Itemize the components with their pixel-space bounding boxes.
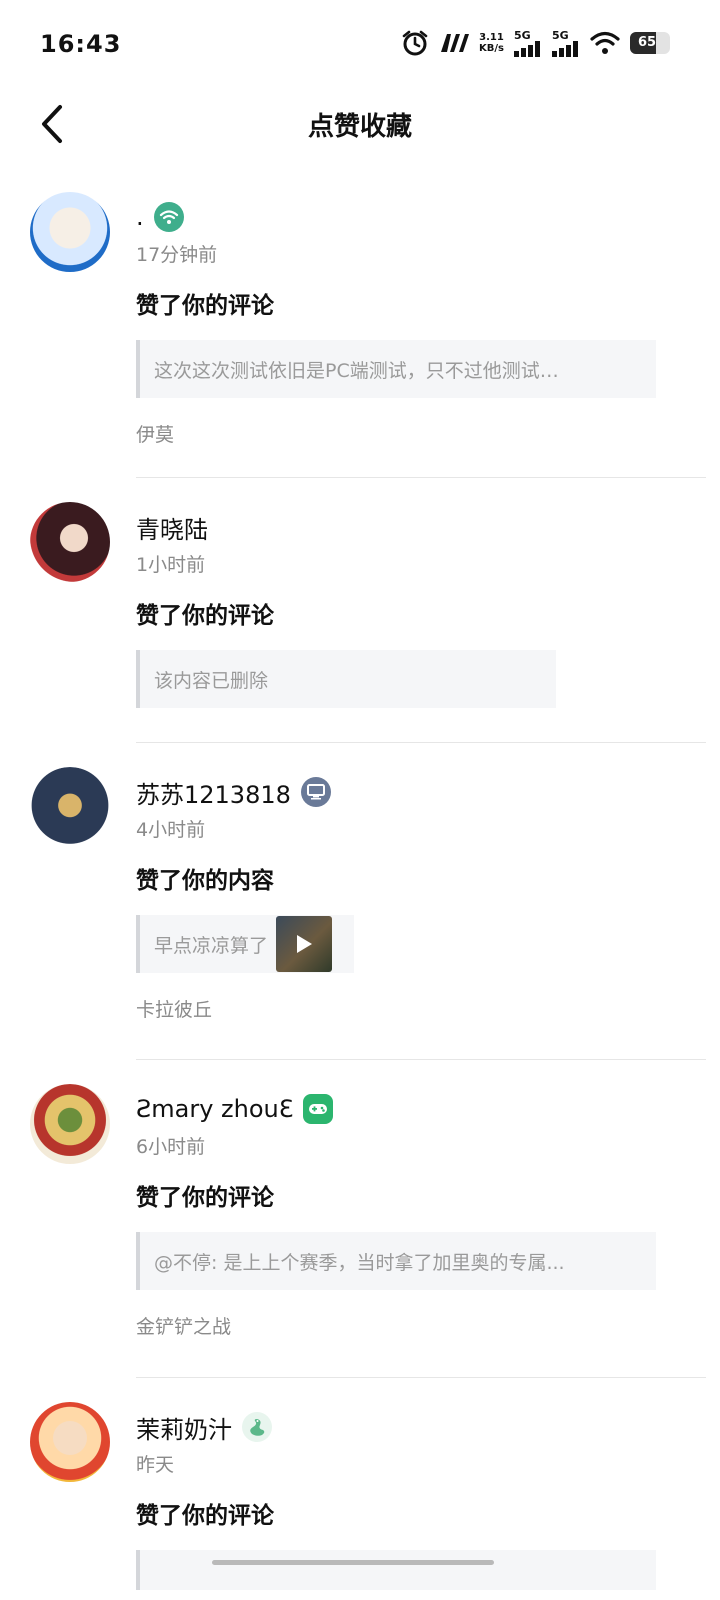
notification-list[interactable]: . 17分钟前 赞了你的评论 这次这次测试依旧是PC端测试，只不过他测试… 伊莫… bbox=[0, 168, 720, 1598]
quote-text: @不停: 是上上个赛季，当时拿了加里奥的专属... bbox=[154, 1251, 565, 1274]
origin-source[interactable]: 伊莫 bbox=[136, 420, 706, 450]
battery-indicator: 65 bbox=[630, 32, 670, 54]
signal-1: 5G bbox=[514, 30, 542, 57]
avatar[interactable] bbox=[30, 192, 110, 272]
user-name[interactable]: 青晓陆 bbox=[136, 510, 208, 545]
action-text: 赞了你的评论 bbox=[136, 1185, 274, 1211]
notification-item[interactable]: . 17分钟前 赞了你的评论 这次这次测试依旧是PC端测试，只不过他测试… 伊莫 bbox=[0, 168, 720, 478]
action-text: 赞了你的评论 bbox=[136, 603, 274, 629]
notification-item[interactable]: 青晓陆 1小时前 赞了你的评论 该内容已删除 bbox=[0, 478, 720, 743]
notification-item[interactable]: 苏苏1213818 4小时前 赞了你的内容 早点凉凉算了 卡拉彼丘 bbox=[0, 743, 720, 1060]
status-time: 16:43 bbox=[40, 30, 122, 58]
quote-text: 该内容已删除 bbox=[154, 669, 269, 692]
action-text: 赞了你的评论 bbox=[136, 1503, 274, 1529]
wifi-icon bbox=[590, 31, 620, 54]
origin-source[interactable]: 卡拉彼丘 bbox=[136, 995, 706, 1025]
computer-badge-icon bbox=[300, 777, 331, 807]
origin-source[interactable]: 金铲铲之战 bbox=[136, 1312, 706, 1342]
quoted-content[interactable]: 早点凉凉算了 bbox=[136, 915, 354, 973]
net-speed-unit: KB/s bbox=[479, 43, 504, 54]
alarm-icon bbox=[402, 30, 428, 56]
signal-bars-icon bbox=[514, 40, 540, 57]
video-thumbnail[interactable] bbox=[276, 916, 333, 972]
quote-text: 早点凉凉算了 bbox=[154, 934, 269, 957]
action-text: 赞了你的评论 bbox=[136, 293, 274, 319]
quoted-comment[interactable]: @不停: 是上上个赛季，当时拿了加里奥的专属... bbox=[136, 1232, 656, 1290]
user-name[interactable]: . bbox=[136, 203, 144, 231]
wifi-badge-icon bbox=[153, 202, 184, 232]
gamepad-badge-icon bbox=[303, 1094, 334, 1124]
status-icons: 3.11 KB/s 5G 5G 65 bbox=[401, 26, 670, 60]
signal-bars-icon bbox=[552, 40, 578, 57]
time-ago: 6小时前 bbox=[136, 1136, 206, 1158]
avatar[interactable] bbox=[30, 502, 110, 582]
snake-badge-icon bbox=[242, 1412, 272, 1442]
avatar[interactable] bbox=[30, 767, 110, 847]
time-ago: 17分钟前 bbox=[136, 244, 218, 266]
quoted-comment[interactable] bbox=[136, 1550, 656, 1590]
quoted-comment[interactable]: 该内容已删除 bbox=[136, 650, 556, 708]
play-icon bbox=[297, 935, 313, 953]
user-name[interactable]: 茉莉奶汁 bbox=[136, 1410, 232, 1445]
avatar[interactable] bbox=[30, 1402, 110, 1482]
action-text: 赞了你的内容 bbox=[136, 868, 274, 894]
quote-text: 这次这次测试依旧是PC端测试，只不过他测试… bbox=[154, 359, 559, 382]
notification-item[interactable]: Ƨmary zhouƐ 6小时前 赞了你的评论 @不停: 是上上个赛季，当时拿了… bbox=[0, 1060, 720, 1378]
status-bar: 16:43 3.11 KB/s 5G 5G 65 bbox=[0, 0, 720, 88]
notification-item[interactable]: 茉莉奶汁 昨天 赞了你的评论 bbox=[0, 1378, 720, 1598]
signal-2: 5G bbox=[552, 30, 580, 57]
home-indicator[interactable] bbox=[212, 1560, 494, 1565]
avatar[interactable] bbox=[30, 1084, 110, 1164]
app-m-icon bbox=[441, 34, 470, 52]
page-title: 点赞收藏 bbox=[307, 112, 412, 142]
user-name[interactable]: 苏苏1213818 bbox=[136, 775, 291, 810]
time-ago: 1小时前 bbox=[136, 554, 206, 576]
user-name[interactable]: Ƨmary zhouƐ bbox=[136, 1095, 293, 1123]
quoted-comment[interactable]: 这次这次测试依旧是PC端测试，只不过他测试… bbox=[136, 340, 656, 398]
net-speed-value: 3.11 bbox=[479, 32, 504, 43]
header: 点赞收藏 bbox=[0, 88, 720, 160]
net-speed: 3.11 KB/s bbox=[479, 32, 504, 54]
battery-level: 65 bbox=[637, 35, 657, 50]
time-ago: 4小时前 bbox=[136, 819, 206, 841]
signal-2-label: 5G bbox=[552, 28, 569, 42]
time-ago: 昨天 bbox=[136, 1454, 175, 1476]
signal-1-label: 5G bbox=[514, 28, 531, 42]
